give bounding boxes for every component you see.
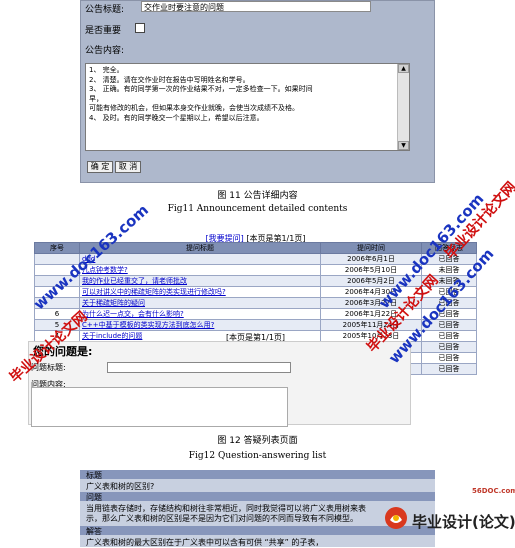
question-title-link[interactable]: 关于稀疏矩阵的疑问	[79, 297, 321, 309]
announcement-content-label: 公告内容:	[85, 46, 125, 56]
question-title-value: 广义表和树的区别?	[86, 482, 155, 491]
content-line: 可能有修改的机会，但如果本身交作业就晚，会使当次成绩不及格。	[89, 104, 299, 112]
question-band-label: 问题	[86, 493, 102, 502]
important-checkbox[interactable]	[135, 23, 145, 33]
content-line: 4、 及时。有的同学晚交一个星期以上，希望以后注意。	[89, 113, 264, 122]
scroll-up-arrow-icon[interactable]: ▲	[398, 64, 409, 73]
answer-status: 已回答	[421, 352, 477, 364]
answer-status: 已回答	[421, 363, 477, 375]
logo-mark-icon	[385, 507, 407, 529]
content-line: 1、 完全。	[89, 66, 124, 74]
answer-status: 已回答	[421, 341, 477, 353]
question-title-link[interactable]: 几点钟考数学?	[79, 264, 321, 276]
confirm-button[interactable]: 确 定	[87, 161, 113, 173]
question-text-line: 示，那么广义表和树的区别是不是因为它们对问题的不同而导致有不同模型。	[86, 514, 358, 523]
title-band-label: 标题	[86, 471, 102, 480]
content-line: 3、 正确。有的同学第一次的作业结果不对，一定多检查一下。如果时间	[89, 85, 313, 93]
important-label: 是否重要	[85, 26, 122, 36]
question-title-link[interactable]: ddd	[79, 253, 321, 265]
question-time: 2006年6月1日	[320, 253, 422, 265]
question-content-textarea[interactable]	[31, 387, 288, 427]
announcement-detail-panel: 公告标题: 交作业时要注意的问题 是否重要 公告内容: 1、 完全。 2、 清楚…	[80, 0, 435, 183]
question-title-input[interactable]	[107, 362, 291, 373]
question-title-link[interactable]: 可以对讲义中的稀疏矩阵的类实现进行修改吗?	[79, 286, 321, 298]
content-line: 2、 清楚。请在交作业时在报告中写明姓名和学号。	[89, 75, 250, 84]
cancel-button[interactable]: 取 消	[115, 161, 141, 173]
logo-text: 毕业设计(论文)网	[412, 513, 515, 531]
site-logo: 毕业设计(论文)网 56DOC.com	[360, 487, 515, 547]
announcement-content-textarea[interactable]: 1、 完全。 2、 清楚。请在交作业时在报告中写明姓名和学号。 3、 正确。有的…	[85, 63, 410, 151]
figure11-caption-en: Fig11 Announcement detailed contents	[167, 204, 348, 214]
answer-text-line: 广义表和树的最大区别在于广义表中可以含有可供 “共享” 的子表，	[86, 538, 324, 547]
textarea-scrollbar[interactable]: ▲ ▼	[397, 64, 409, 150]
figure12-caption-en: Fig12 Question-answering list	[188, 451, 327, 461]
scroll-down-arrow-icon[interactable]: ▼	[398, 141, 409, 150]
answer-band-label: 解答	[86, 527, 102, 536]
question-title-link[interactable]: 我的作业已经重交了，请老师批改	[79, 275, 321, 287]
logo-small-text: 56DOC.com	[472, 487, 515, 495]
question-title-link[interactable]: 为什么迟一点交，会有什么影响?	[79, 308, 321, 320]
content-line: 早，	[89, 94, 103, 103]
announcement-title-input[interactable]: 交作业时要注意的问题	[141, 1, 371, 12]
announcement-title-label: 公告标题:	[85, 5, 125, 15]
column-header: 提问时间	[320, 242, 422, 254]
title-band: 标题	[80, 470, 435, 480]
figure11-caption-cn: 图 11 公告详细内容	[217, 191, 298, 201]
figure12-caption-cn: 图 12 答疑列表页面	[217, 436, 298, 446]
ask-question-form: 您的问题是: 问题标题: 问题内容:	[28, 341, 411, 427]
question-title-link[interactable]: C++中基于模板的类实现方法到底怎么用?	[79, 319, 321, 331]
column-header: 序号	[34, 242, 80, 254]
